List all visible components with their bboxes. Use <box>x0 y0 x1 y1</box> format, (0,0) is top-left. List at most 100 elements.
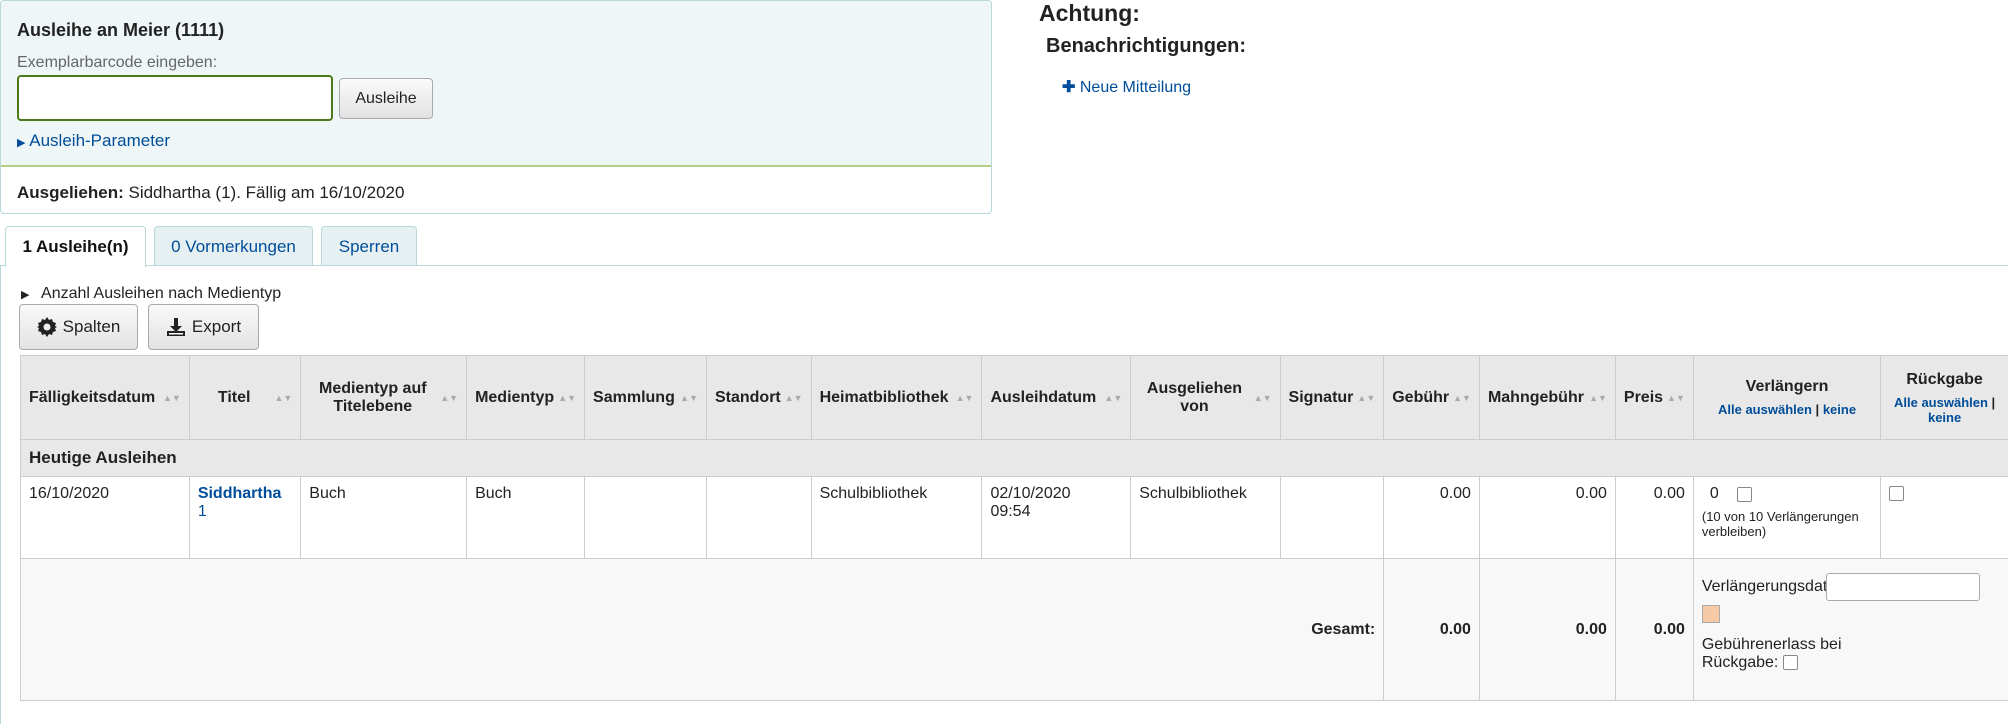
columns-button[interactable]: Spalten <box>19 304 138 350</box>
cell-home-library: Schulbibliothek <box>810 476 983 559</box>
header-label: Verlängern <box>1745 378 1829 395</box>
count-by-itemtype-toggle[interactable]: ▶ Anzahl Ausleihen nach Medientyp <box>21 285 281 303</box>
count-toggle-label: Anzahl Ausleihen nach Medientyp <box>41 285 282 302</box>
export-button[interactable]: Export <box>148 304 259 350</box>
tab-checkouts[interactable]: 1 Ausleihe(n) <box>5 226 146 267</box>
link-separator: | <box>1815 402 1820 417</box>
return-select-none-link[interactable]: keine <box>1928 410 1961 425</box>
col-header-callnumber[interactable]: Signatur ▲▼ <box>1279 355 1385 440</box>
col-header-price[interactable]: Preis ▲▼ <box>1614 355 1694 440</box>
renewal-options-cell: Verlängerungsdatum: Gebührenerlass bei R… <box>1692 558 2008 701</box>
col-header-charge[interactable]: Gebühr ▲▼ <box>1383 355 1480 440</box>
cell-price: 0.00 <box>1614 476 1694 559</box>
header-label: Sammlung <box>593 388 675 406</box>
renew-select-none-link[interactable]: keine <box>1823 402 1856 417</box>
new-notice-link[interactable]: ✚ Neue Mitteilung <box>1062 77 1191 97</box>
cell-renew: 0 (10 von 10 Verlängerungen verbleiben) <box>1692 476 1882 559</box>
header-label: Medientyp <box>475 388 555 406</box>
calendar-icon[interactable] <box>1701 605 1720 623</box>
checked-out-label: Ausgeliehen: <box>17 183 124 202</box>
return-checkbox[interactable] <box>1889 486 1905 502</box>
col-header-due-date[interactable]: Fälligkeitsdatum ▲▼ <box>20 355 190 440</box>
group-row: Heutige Ausleihen <box>20 439 2008 477</box>
table-row: 16/10/2020 Siddhartha 1 Buch Buch Schulb… <box>20 476 2008 559</box>
link-separator: | <box>1991 394 1996 410</box>
renew-note: (10 von 10 Verlängerungen verbleiben) <box>1701 509 1859 539</box>
sort-icon: ▲▼ <box>274 392 293 403</box>
return-select-all-link[interactable]: Alle auswählen <box>1894 395 1988 410</box>
cell-record-itemtype: Buch <box>300 476 468 559</box>
checkout-params-label: Ausleih-Parameter <box>29 131 171 150</box>
checkouts-tab-panel: ▶ Anzahl Ausleihen nach Medientyp Spalte… <box>0 266 2008 724</box>
header-label: Preis <box>1623 388 1664 406</box>
caret-right-icon: ▶ <box>21 289 30 301</box>
sort-icon: ▲▼ <box>955 392 974 403</box>
header-label: Signatur <box>1288 388 1354 406</box>
checkout-date: 02/10/2020 <box>990 485 1071 502</box>
cell-checked-out-from: Schulbibliothek <box>1130 476 1281 559</box>
header-label: Ausgeliehen von <box>1146 379 1243 415</box>
header-label: Fälligkeitsdatum <box>29 388 156 406</box>
sort-icon: ▲▼ <box>1589 392 1607 403</box>
cell-fine: 0.00 <box>1478 476 1616 559</box>
cell-title: Siddhartha 1 <box>188 476 302 559</box>
checkouts-table: Fälligkeitsdatum ▲▼ Titel ▲▼ Medientyp auf… <box>19 355 2008 701</box>
col-header-return: Rückgabe Alle auswählen | keine <box>1880 355 2008 440</box>
notifications-heading: Benachrichtigungen: <box>1046 35 1247 57</box>
checkout-title: Ausleihe an Meier (1111) <box>17 20 225 40</box>
checked-out-message: Ausgeliehen: Siddhartha (1). Fällig am 1… <box>17 183 404 203</box>
col-header-fine[interactable]: Mahngebühr ▲▼ <box>1478 355 1616 440</box>
header-label: Gebühr <box>1392 388 1450 406</box>
col-header-collection[interactable]: Sammlung ▲▼ <box>584 355 707 440</box>
header-label: Rückgabe <box>1906 370 1983 388</box>
cell-collection <box>584 476 707 559</box>
group-label: Heutige Ausleihen <box>20 439 2008 477</box>
col-header-title[interactable]: Titel ▲▼ <box>188 355 302 440</box>
total-charge: 0.00 <box>1383 558 1480 701</box>
header-label: Mahngebühr <box>1487 388 1584 406</box>
item-number-link[interactable]: 1 <box>198 503 207 520</box>
tab-restrictions[interactable]: Sperren <box>321 226 417 266</box>
tab-holds[interactable]: 0 Vormerkungen <box>154 226 313 266</box>
cell-due-date: 16/10/2020 <box>20 476 190 559</box>
title-link[interactable]: Siddhartha <box>198 485 282 502</box>
col-header-checked-out-from[interactable]: Ausgeliehen von ▲▼ <box>1130 355 1281 440</box>
col-header-renew: Verlängern Alle auswählen | keine <box>1692 355 1882 440</box>
col-header-checkout-date[interactable]: Ausleihdatum ▲▼ <box>981 355 1132 440</box>
header-label: Medientyp auf Titelebene <box>318 379 427 415</box>
header-label: Titel <box>217 388 251 406</box>
sort-icon: ▲▼ <box>1667 392 1685 403</box>
totals-label: Gesamt: <box>19 558 1385 701</box>
checkout-button[interactable]: Ausleihe <box>339 78 433 119</box>
attention-heading: Achtung: <box>1039 0 1140 26</box>
col-header-record-itemtype[interactable]: Medientyp auf Titelebene ▲▼ <box>300 355 468 440</box>
forgive-fines-checkbox[interactable] <box>1782 655 1798 671</box>
sort-icon: ▲▼ <box>784 392 803 403</box>
renew-checkbox[interactable] <box>1736 486 1752 502</box>
checkout-params-toggle[interactable]: ▶ Ausleih-Parameter <box>17 131 170 151</box>
col-header-itemtype[interactable]: Medientyp ▲▼ <box>466 355 586 440</box>
cell-callnumber <box>1279 476 1385 559</box>
caret-right-icon: ▶ <box>17 137 26 149</box>
renewal-date-input[interactable] <box>1825 573 1980 601</box>
barcode-input[interactable] <box>17 75 333 121</box>
renewal-date-label: Verlängerungsdatum: <box>1701 578 1826 595</box>
sort-icon: ▲▼ <box>440 392 459 403</box>
cell-itemtype: Buch <box>466 476 586 559</box>
export-label: Export <box>191 317 242 336</box>
sort-icon: ▲▼ <box>162 392 181 403</box>
forgive-fines-label: Gebührenerlass bei Rückgabe: <box>1701 636 1842 671</box>
renew-select-all-link[interactable]: Alle auswählen <box>1718 402 1812 417</box>
col-header-home-library[interactable]: Heimatbibliothek ▲▼ <box>810 355 983 440</box>
sort-icon: ▲▼ <box>680 392 698 403</box>
renew-count: 0 <box>1709 485 1719 502</box>
header-label: Heimatbibliothek <box>819 388 949 406</box>
sort-icon: ▲▼ <box>1253 392 1272 403</box>
total-price: 0.00 <box>1614 558 1694 701</box>
totals-row: Gesamt: 0.00 0.00 0.00 Verlängerungsdatu… <box>19 558 2008 701</box>
cell-location <box>705 476 812 559</box>
col-header-location[interactable]: Standort ▲▼ <box>705 355 812 440</box>
new-notice-label: Neue Mitteilung <box>1079 79 1192 96</box>
header-label: Ausleihdatum <box>990 388 1097 406</box>
barcode-label: Exemplarbarcode eingeben: <box>17 54 218 71</box>
